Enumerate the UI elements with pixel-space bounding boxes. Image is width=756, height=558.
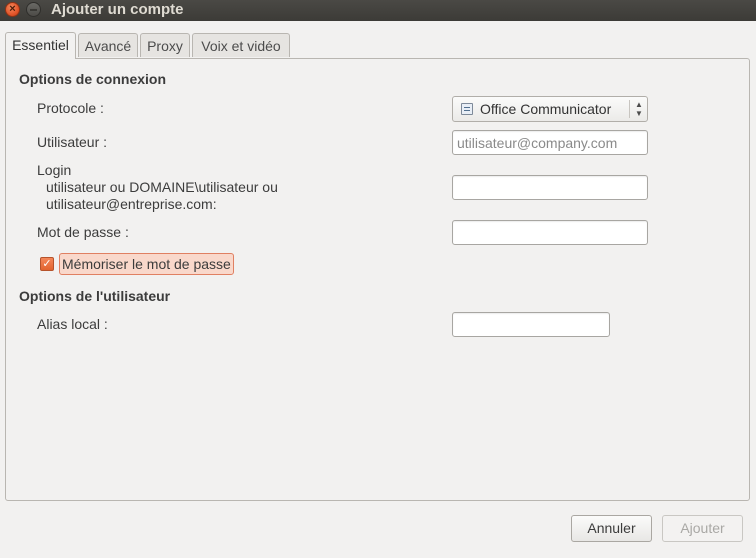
tab-avance[interactable]: Avancé — [78, 33, 138, 57]
protocol-select[interactable]: Office Communicator ▲ ▼ — [452, 96, 648, 122]
select-separator — [629, 100, 630, 118]
alias-input[interactable] — [452, 312, 610, 337]
protocol-selected-value: Office Communicator — [480, 101, 612, 117]
updown-arrows-icon: ▲ ▼ — [635, 100, 643, 118]
login-input[interactable] — [452, 175, 648, 200]
tab-essentiel[interactable]: Essentiel — [5, 32, 76, 59]
user-input[interactable] — [452, 130, 648, 155]
cancel-button[interactable]: Annuler — [571, 515, 652, 542]
tab-proxy[interactable]: Proxy — [140, 33, 190, 57]
remember-password-label[interactable]: Mémoriser le mot de passe — [59, 253, 234, 275]
close-window-button[interactable]: × — [5, 2, 20, 17]
password-label: Mot de passe : — [37, 224, 129, 240]
user-label: Utilisateur : — [37, 134, 108, 150]
add-button[interactable]: Ajouter — [662, 515, 743, 542]
tab-panel — [5, 58, 750, 501]
login-hint-line-1: utilisateur ou DOMAINE\utilisateur ou — [46, 179, 278, 195]
login-label: Login — [37, 162, 72, 178]
tab-voix-et-video[interactable]: Voix et vidéo — [192, 33, 290, 57]
connection-options-title: Options de connexion — [19, 71, 167, 87]
protocol-label: Protocole : — [37, 100, 104, 116]
protocol-icon — [461, 103, 473, 115]
window-title: Ajouter un compte — [51, 1, 184, 18]
minimize-window-button[interactable] — [26, 2, 41, 17]
password-input[interactable] — [452, 220, 648, 245]
remember-password-checkbox[interactable]: ✓ — [40, 257, 54, 271]
user-options-title: Options de l'utilisateur — [19, 288, 171, 304]
alias-label: Alias local : — [37, 316, 108, 332]
login-hint-line-2: utilisateur@entreprise.com: — [46, 196, 217, 212]
title-bar: × Ajouter un compte — [0, 0, 756, 21]
